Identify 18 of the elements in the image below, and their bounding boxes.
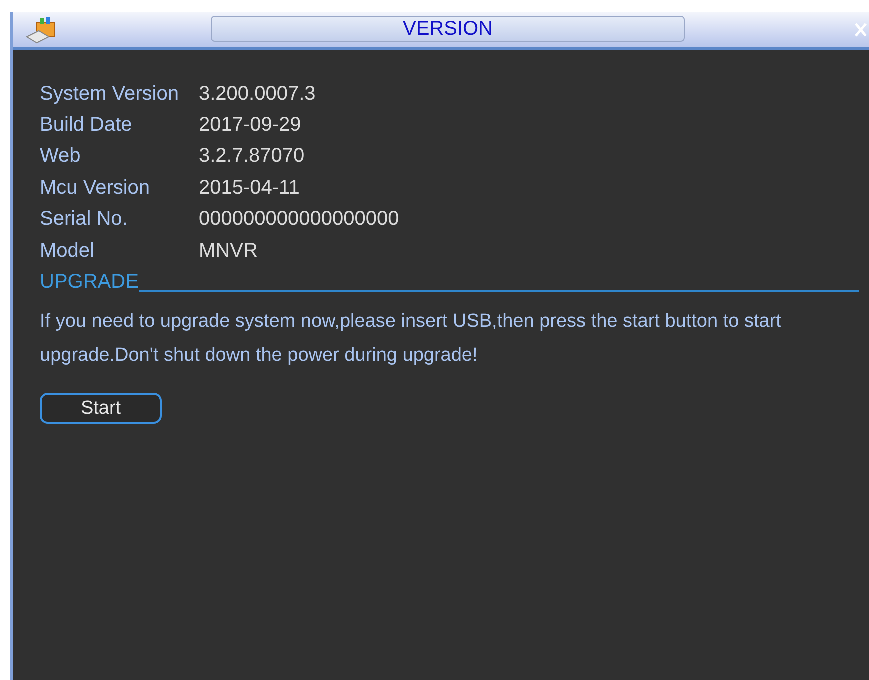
info-value: 2015-04-11 <box>199 176 300 201</box>
close-icon <box>855 23 867 37</box>
section-heading: UPGRADE <box>40 270 139 296</box>
info-value: 2017-09-29 <box>199 113 302 138</box>
info-value: 000000000000000000 <box>199 207 400 232</box>
info-value: MNVR <box>199 238 258 264</box>
info-label: Web <box>40 144 82 170</box>
upgrade-message: If you need to upgrade system now,please insert USB,then press the start button to start upgrade.Don't shut down the power during upgrade! <box>40 310 782 368</box>
info-value: 3.200.0007.3 <box>199 82 316 107</box>
info-label: Build Date <box>40 113 134 138</box>
info-label: Mcu Version <box>40 176 152 201</box>
start-button[interactable]: Start <box>40 393 162 424</box>
info-label: Serial No. <box>40 207 129 232</box>
window-title: VERSION <box>211 16 685 42</box>
info-value: 3.2.7.87070 <box>199 144 305 170</box>
info-label: System Version <box>40 82 180 107</box>
info-label: Model <box>40 238 96 264</box>
close-button[interactable] <box>854 22 868 38</box>
